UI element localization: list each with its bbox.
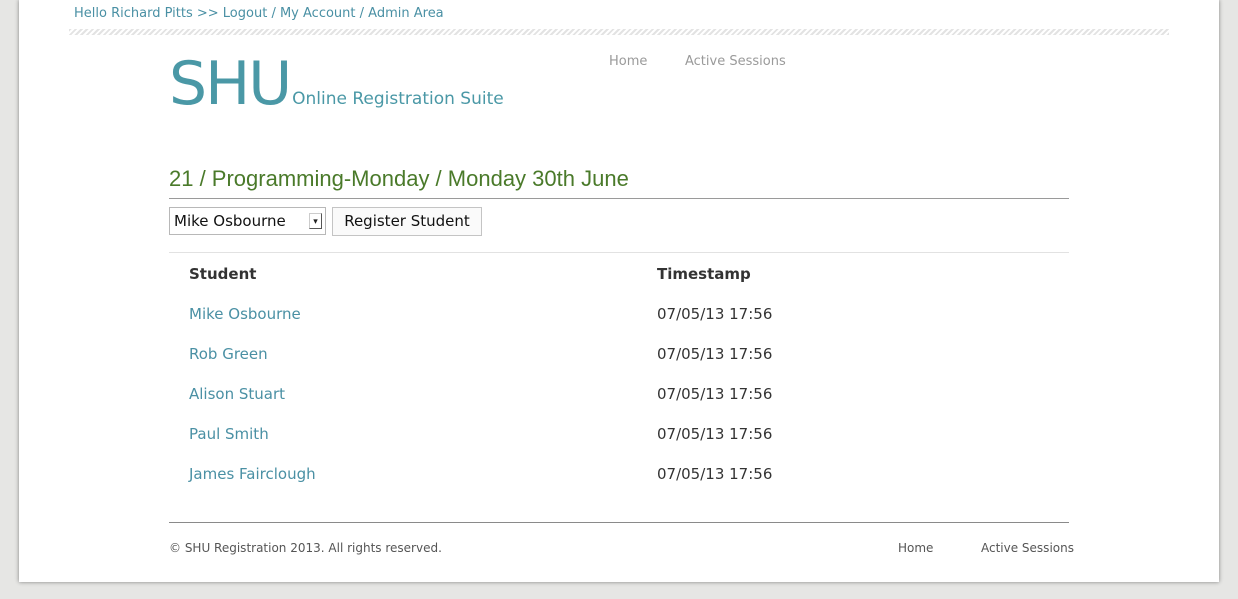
greeting-text: Hello Richard Pitts >>	[74, 6, 219, 21]
table-row: James Fairclough 07/05/13 17:56	[19, 465, 1219, 505]
student-select[interactable]: Mike Osbourne ▾	[169, 207, 326, 235]
student-name-link[interactable]: Rob Green	[189, 345, 268, 363]
separator: /	[271, 6, 276, 21]
student-name-link[interactable]: Alison Stuart	[189, 385, 285, 403]
timestamp-cell: 07/05/13 17:56	[657, 345, 773, 363]
footer-link-active-sessions[interactable]: Active Sessions	[981, 541, 1074, 555]
logout-link[interactable]: Logout	[223, 6, 268, 21]
column-header-timestamp: Timestamp	[657, 265, 751, 283]
site-logo[interactable]: SHU Online Registration Suite	[169, 52, 504, 116]
admin-area-link[interactable]: Admin Area	[368, 6, 443, 21]
dropdown-arrow-icon: ▾	[309, 213, 322, 229]
separator: /	[359, 6, 365, 21]
table-row: Alison Stuart 07/05/13 17:56	[19, 385, 1219, 425]
copyright-text: © SHU Registration 2013. All rights rese…	[169, 541, 442, 555]
table-row: Mike Osbourne 07/05/13 17:56	[19, 305, 1219, 345]
user-bar: Hello Richard Pitts >> Logout / My Accou…	[74, 6, 444, 21]
page-title: 21 / Programming-Monday / Monday 30th Ju…	[169, 166, 629, 191]
register-student-button[interactable]: Register Student	[332, 207, 482, 236]
timestamp-cell: 07/05/13 17:56	[657, 305, 773, 323]
student-name-link[interactable]: Paul Smith	[189, 425, 269, 443]
column-header-student: Student	[189, 265, 257, 283]
timestamp-cell: 07/05/13 17:56	[657, 385, 773, 403]
timestamp-cell: 07/05/13 17:56	[657, 425, 773, 443]
footer-divider	[169, 522, 1069, 523]
my-account-link[interactable]: My Account	[280, 6, 356, 21]
logo-subtitle: Online Registration Suite	[292, 89, 504, 109]
student-name-link[interactable]: Mike Osbourne	[189, 305, 301, 323]
footer-link-home[interactable]: Home	[898, 541, 933, 555]
logo-main-text: SHU	[169, 49, 292, 119]
divider	[169, 252, 1069, 253]
divider	[169, 198, 1069, 199]
timestamp-cell: 07/05/13 17:56	[657, 465, 773, 483]
nav-active-sessions[interactable]: Active Sessions	[685, 54, 786, 69]
nav-home[interactable]: Home	[609, 54, 647, 69]
student-name-link[interactable]: James Fairclough	[189, 465, 316, 483]
student-select-value: Mike Osbourne	[174, 212, 286, 230]
decorative-stripe	[69, 29, 1169, 35]
table-row: Rob Green 07/05/13 17:56	[19, 345, 1219, 385]
table-row: Paul Smith 07/05/13 17:56	[19, 425, 1219, 465]
page-container: Hello Richard Pitts >> Logout / My Accou…	[19, 0, 1219, 582]
